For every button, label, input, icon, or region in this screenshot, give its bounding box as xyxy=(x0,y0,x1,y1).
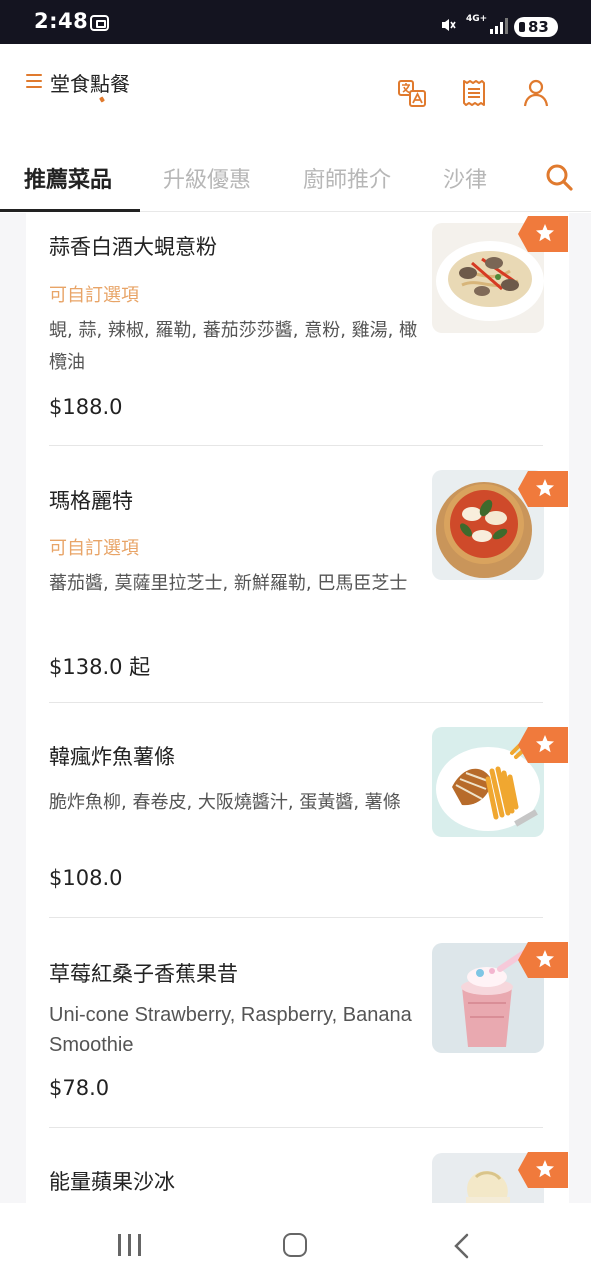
receipt-icon[interactable] xyxy=(459,78,489,108)
item-name: 能量蘋果沙冰 xyxy=(49,1170,175,1194)
user-icon[interactable] xyxy=(521,78,551,108)
item-description: 蕃茄醬, 莫薩里拉芝士, 新鮮羅勒, 巴馬臣芝士 xyxy=(49,573,408,594)
translate-icon[interactable] xyxy=(397,78,427,108)
item-price: $108.0 xyxy=(49,866,123,890)
screenshot-icon xyxy=(90,15,109,31)
status-time: 2:48 xyxy=(34,9,89,33)
menu-icon[interactable] xyxy=(26,74,42,88)
recommended-star-badge xyxy=(518,942,568,978)
menu-item[interactable]: 草莓紅桑子香蕉果昔 Uni-cone Strawberry, Raspberry… xyxy=(49,918,568,1128)
tab-chef-recommend[interactable]: 廚師推介 xyxy=(303,162,391,194)
battery-indicator: 83 xyxy=(514,17,558,37)
menu-item[interactable]: 能量蘋果沙冰 xyxy=(49,1128,568,1203)
recommended-star-badge xyxy=(518,471,568,507)
category-tabs: 推薦菜品 升級優惠 廚師推介 沙律 xyxy=(0,142,591,212)
item-custom-option: 可自訂選項 xyxy=(49,538,139,559)
item-custom-option: 可自訂選項 xyxy=(49,285,139,306)
item-price: $78.0 xyxy=(49,1076,110,1100)
recommended-star-badge xyxy=(518,727,568,763)
menu-list[interactable]: 蒜香白酒大蜆意粉 可自訂選項 蜆, 蒜, 辣椒, 羅勒, 蕃茄莎莎醬, 意粉, … xyxy=(0,213,591,1203)
search-icon[interactable] xyxy=(545,163,573,191)
item-price: $188.0 xyxy=(49,395,123,419)
tab-upgrade-offers[interactable]: 升級優惠 xyxy=(163,162,251,194)
status-bar: 2:48 4G+ 83 xyxy=(0,0,591,44)
system-nav-bar xyxy=(0,1203,591,1280)
item-name: 草莓紅桑子香蕉果昔 xyxy=(49,962,238,986)
item-description: 蜆, 蒜, 辣椒, 羅勒, 蕃茄莎莎醬, 意粉, 雞湯, 橄欖油 xyxy=(49,320,418,373)
item-name: 瑪格麗特 xyxy=(49,489,133,513)
network-type: 4G+ xyxy=(466,14,488,24)
back-button[interactable] xyxy=(452,1233,472,1259)
menu-item[interactable]: 瑪格麗特 可自訂選項 蕃茄醬, 莫薩里拉芝士, 新鮮羅勒, 巴馬臣芝士 $138… xyxy=(49,446,568,703)
recent-apps-button[interactable] xyxy=(118,1234,142,1256)
mute-icon xyxy=(442,19,456,31)
active-tab-indicator xyxy=(0,209,140,212)
app-header: 堂食點餐 xyxy=(0,44,591,142)
tab-recommended[interactable]: 推薦菜品 xyxy=(24,162,112,194)
menu-item[interactable]: 蒜香白酒大蜆意粉 可自訂選項 蜆, 蒜, 辣椒, 羅勒, 蕃茄莎莎醬, 意粉, … xyxy=(49,213,568,446)
title-decoration xyxy=(99,96,105,103)
item-description: 脆炸魚柳, 春卷皮, 大阪燒醬汁, 蛋黃醬, 薯條 xyxy=(49,792,401,813)
item-price: $138.0 起 xyxy=(49,655,151,679)
page-title: 堂食點餐 xyxy=(50,72,130,96)
recommended-star-badge xyxy=(518,216,568,252)
item-name: 蒜香白酒大蜆意粉 xyxy=(49,235,217,259)
signal-icon xyxy=(490,18,508,34)
tab-salad[interactable]: 沙律 xyxy=(443,162,487,194)
item-name: 韓瘋炸魚薯條 xyxy=(49,745,175,769)
recommended-star-badge xyxy=(518,1152,568,1188)
menu-item[interactable]: 韓瘋炸魚薯條 脆炸魚柳, 春卷皮, 大阪燒醬汁, 蛋黃醬, 薯條 $108.0 xyxy=(49,703,568,918)
item-description: Uni-cone Strawberry, Raspberry, Banana S… xyxy=(49,1004,412,1056)
home-button[interactable] xyxy=(283,1233,307,1257)
